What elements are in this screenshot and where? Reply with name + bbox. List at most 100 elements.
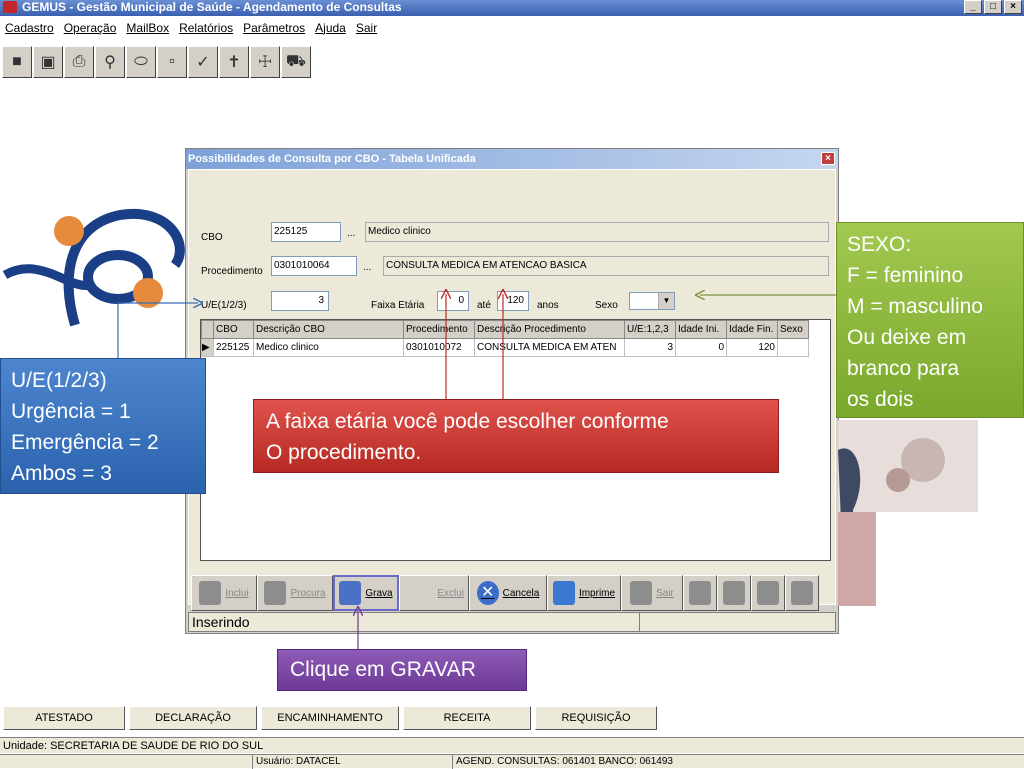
ambulance-icon[interactable]: ⛟	[281, 46, 311, 78]
cancela-button[interactable]: ✕ Cancela	[469, 575, 547, 611]
callout-line: A faixa etária você pode escolher confor…	[266, 410, 669, 433]
close-button[interactable]: ×	[1004, 0, 1022, 14]
save-icon	[339, 581, 362, 605]
idade-max-input[interactable]: 120	[497, 291, 529, 311]
window-titlebar: GEMUS - Gestão Municipal de Saúde - Agen…	[0, 0, 1024, 16]
cbo-description: Medico clinico	[365, 222, 829, 242]
unit-status-bar: Unidade: SECRETARIA DE SAUDE DE RIO DO S…	[0, 737, 1024, 753]
exclui-button[interactable]: Exclui	[399, 575, 469, 611]
minimize-button[interactable]: _	[964, 0, 982, 14]
medical-photo	[838, 420, 978, 606]
user-status-text: Usuário: DATACEL	[252, 755, 341, 769]
idade-min-input[interactable]: 0	[437, 291, 469, 311]
faixa-etaria-label: Faixa Etária	[371, 300, 425, 311]
dialog-status-text: Inserindo	[192, 614, 250, 630]
menu-operacao[interactable]: Operação	[64, 18, 117, 38]
cell-descricao-procedimento[interactable]: CONSULTA MEDICA EM ATEN	[474, 338, 625, 357]
procedimento-input[interactable]: 0301010064	[271, 256, 357, 276]
grid-header-sexo[interactable]: Sexo	[777, 320, 809, 339]
toolbar: ■ ▣ ⎙ ⚲ ⬭ ▫ ✓ ✝ ☩ ⛟	[2, 46, 311, 78]
callout-line: U/E(1/2/3)	[11, 369, 107, 392]
cell-descricao-cbo[interactable]: Medico clinico	[253, 338, 404, 357]
cross-icon[interactable]: ✝	[219, 46, 249, 78]
unit-status-text: Unidade: SECRETARIA DE SAUDE DE RIO DO S…	[3, 740, 264, 752]
dialog-close-button[interactable]: ×	[821, 152, 835, 165]
user-status-bar: Usuário: DATACEL AGEND. CONSULTAS: 06140…	[0, 754, 1024, 769]
prev-icon	[723, 581, 745, 605]
sair-button[interactable]: Sair	[621, 575, 683, 611]
menu-mailbox[interactable]: MailBox	[126, 18, 169, 38]
ue-input[interactable]: 3	[271, 291, 329, 311]
cell-procedimento[interactable]: 0301010072	[403, 338, 475, 357]
incluir-button[interactable]: Inclui	[191, 575, 257, 611]
pill-icon[interactable]: ⬭	[126, 46, 156, 78]
menu-relatorios[interactable]: Relatórios	[179, 18, 233, 38]
cbo-lookup-button[interactable]: ...	[347, 228, 355, 239]
grid-header-descricao-procedimento[interactable]: Descrição Procedimento	[474, 320, 625, 339]
declaracao-button[interactable]: DECLARAÇÃO	[129, 706, 257, 730]
prev-record-button[interactable]	[717, 575, 751, 611]
dialog-titlebar: Possibilidades de Consulta por CBO - Tab…	[186, 149, 838, 169]
people-icon[interactable]: ■	[2, 46, 32, 78]
grava-button[interactable]: Grava	[333, 575, 399, 611]
callout-line: Clique em GRAVAR	[290, 658, 476, 681]
callout-line: Ambos = 3	[11, 462, 112, 485]
cell-cbo[interactable]: 225125	[213, 338, 254, 357]
callout-line: branco para	[847, 357, 960, 380]
grid-header-idade-ini[interactable]: Idade Ini.	[675, 320, 727, 339]
incluir-label: Inclui	[225, 587, 249, 599]
cell-idade-ini[interactable]: 0	[675, 338, 727, 357]
clipboard-icon[interactable]: ▫	[157, 46, 187, 78]
grid-header-ue[interactable]: U/E:1,2,3	[624, 320, 676, 339]
grid-header-descricao-cbo[interactable]: Descrição CBO	[253, 320, 404, 339]
chevron-down-icon[interactable]: ▼	[658, 293, 674, 309]
status-separator	[639, 613, 640, 631]
ue-callout: U/E(1/2/3) Urgência = 1 Emergência = 2 A…	[0, 358, 206, 494]
row-indicator-icon: ▶	[201, 338, 214, 357]
gemus-logo	[2, 208, 185, 327]
next-record-button[interactable]	[751, 575, 785, 611]
bottom-button-bar: ATESTADO DECLARAÇÃO ENCAMINHAMENTO RECEI…	[0, 706, 657, 730]
ue-label: U/E(1/2/3)	[201, 300, 247, 311]
cbo-label: CBO	[201, 232, 223, 243]
encaminhamento-button[interactable]: ENCAMINHAMENTO	[261, 706, 399, 730]
printer-icon[interactable]: ⎙	[64, 46, 94, 78]
cbo-input[interactable]: 225125	[271, 222, 341, 242]
imprime-label: Imprime	[578, 587, 616, 599]
requisicao-button[interactable]: REQUISIÇÃO	[535, 706, 657, 730]
anos-label: anos	[537, 300, 559, 311]
cell-sexo[interactable]	[777, 338, 809, 357]
menu-cadastro[interactable]: Cadastro	[5, 18, 54, 38]
maximize-button[interactable]: □	[984, 0, 1002, 14]
syringe-icon[interactable]: ✓	[188, 46, 218, 78]
callout-line: M = masculino	[847, 295, 983, 318]
procedimento-lookup-button[interactable]: ...	[363, 262, 371, 273]
grid-header-row: CBO Descrição CBO Procedimento Descrição…	[201, 320, 809, 339]
search-icon[interactable]: ⚲	[95, 46, 125, 78]
exclui-label: Exclui	[437, 587, 464, 599]
last-record-button[interactable]	[785, 575, 819, 611]
menu-sair[interactable]: Sair	[356, 18, 377, 38]
printer-icon	[552, 581, 575, 605]
grid-header-idade-fin[interactable]: Idade Fin.	[726, 320, 778, 339]
building-icon[interactable]: ▣	[33, 46, 63, 78]
receita-button[interactable]: RECEITA	[403, 706, 531, 730]
cell-ue[interactable]: 3	[624, 338, 676, 357]
sexo-select[interactable]: ▼	[629, 292, 675, 310]
medkit-icon[interactable]: ☩	[250, 46, 280, 78]
grid-header-procedimento[interactable]: Procedimento	[403, 320, 475, 339]
first-record-button[interactable]	[683, 575, 717, 611]
callout-line: Urgência = 1	[11, 400, 131, 423]
procura-button[interactable]: Procura	[257, 575, 333, 611]
grid-header-cbo[interactable]: CBO	[213, 320, 254, 339]
imprime-button[interactable]: Imprime	[547, 575, 621, 611]
agend-status-text: AGEND. CONSULTAS: 061401 BANCO: 061493	[452, 755, 673, 769]
callout-line: os dois	[847, 388, 914, 411]
menu-ajuda[interactable]: Ajuda	[315, 18, 346, 38]
atestado-button[interactable]: ATESTADO	[3, 706, 125, 730]
cancel-icon: ✕	[476, 581, 499, 605]
cell-idade-fin[interactable]: 120	[726, 338, 778, 357]
procedimento-label: Procedimento	[201, 266, 263, 277]
menu-parametros[interactable]: Parâmetros	[243, 18, 305, 38]
table-row[interactable]: ▶ 225125 Medico clinico 0301010072 CONSU…	[201, 338, 809, 357]
